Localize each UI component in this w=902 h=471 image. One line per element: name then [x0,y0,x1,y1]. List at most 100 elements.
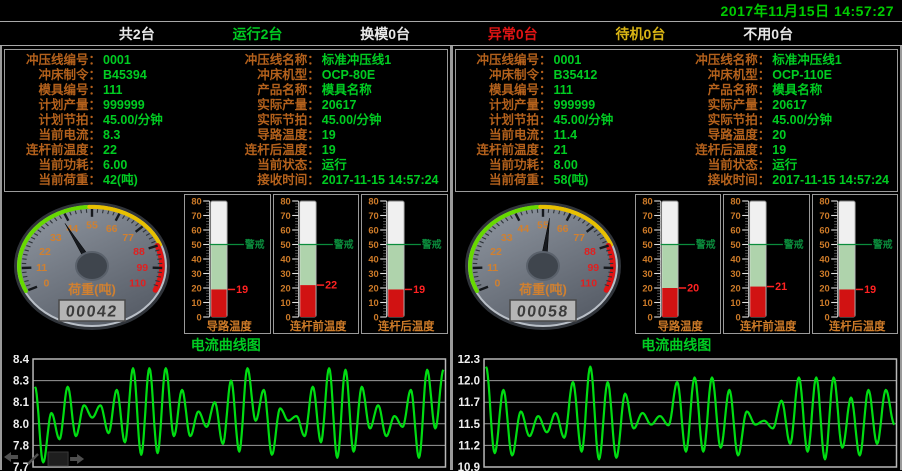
thermo-scale-label: 70 [280,210,290,221]
gauge-title: 荷重(吨) [518,282,567,297]
thermo-scale-label: 0 [647,311,652,322]
info-label: 冲床制令： [7,68,101,83]
hmi-dashboard: { "header": { "datetime": "2017年11月15日 1… [0,0,902,471]
gauge-scale-label: 22 [39,246,51,258]
thermo-scale-label: 80 [280,195,290,206]
info-label: 导路温度： [226,128,320,143]
info-row: 冲压线编号：0001 [7,53,226,68]
thermo-normal-zone [211,245,226,290]
info-row: 当前电流：11.4 [458,128,677,143]
info-value: 2017-11-15 14:57:24 [772,173,889,188]
thermo-scale-label: 10 [642,297,652,308]
gauge-scale-label: 11 [36,262,47,274]
info-value: 运行 [322,158,347,173]
info-value: 45.00/分钟 [554,113,614,128]
info-label: 计划节拍： [458,113,552,128]
scroll-right-arrow-icon[interactable] [70,454,84,464]
chart-y-label: 7.7 [13,462,29,471]
gauge-title: 荷重(吨) [67,282,116,297]
load-gauge-wrap: 0112233445566778899110荷重(吨)00058 [455,194,633,334]
thermo-scale-label: 80 [191,195,201,206]
thermometer-rod-front-temp: 01020304050607080警戒21连杆前温度 [723,194,810,334]
gauge-scale-label: 66 [556,223,568,235]
info-box: 冲压线编号：0001 冲床制令：B35412 模具编号：111 计划产量：999… [455,49,899,192]
thermo-scale-label: 10 [280,297,290,308]
gauge-tick [553,210,554,214]
thermo-warn-label: 警戒 [783,238,804,251]
thermo-scale-label: 10 [191,297,201,308]
thermometer: 01020304050607080警戒22连杆前温度 [274,195,359,333]
gauge-scale-label: 77 [122,232,134,244]
gauge-scale-label: 110 [129,278,146,290]
info-row: 实际产量：20617 [676,98,895,113]
info-label: 当前状态： [226,158,320,173]
info-label: 计划产量： [458,98,552,113]
info-value: 标准冲压线1 [322,53,391,68]
thermo-scale-label: 80 [819,195,829,206]
chart-y-label: 8.0 [13,419,29,431]
load-gauge: 0112233445566778899110荷重(吨)00042 [4,194,182,334]
thermometer-guide-temp: 01020304050607080警戒20导路温度 [635,194,722,334]
thermo-normal-zone [662,245,677,289]
current-curve-chart: 8.48.38.18.07.87.7 [2,355,450,471]
scroll-left-arrow-icon[interactable] [4,452,18,462]
info-row: 产品名称：模具名称 [226,83,445,98]
thermo-normal-zone [839,245,854,290]
gauge-tick [81,210,82,214]
press-line-panel-1: 冲压线编号：0001 冲床制令：B45394 模具编号：111 计划产量：999… [2,46,450,470]
info-value: 模具名称 [322,83,372,98]
info-label: 当前电流： [7,128,101,143]
info-row: 计划产量：999999 [458,98,677,113]
press-line-panel-2: 冲压线编号：0001 冲床制令：B35412 模具编号：111 计划产量：999… [450,46,901,470]
thermo-scale-label: 60 [280,224,290,235]
thermo-value: 22 [325,280,337,292]
thermometer-rod-rear-temp: 01020304050607080警戒19连杆后温度 [361,194,448,334]
thermo-scale-label: 0 [197,311,202,322]
info-row: 接收时间：2017-11-15 14:57:24 [676,173,895,188]
info-row: 接收时间：2017-11-15 14:57:24 [226,173,445,188]
info-row: 导路温度：19 [226,128,445,143]
thermo-title: 连杆后温度 [828,319,885,333]
thermo-fill [750,287,765,317]
info-row: 产品名称：模具名称 [676,83,895,98]
info-label: 实际产量： [226,98,320,113]
info-value: 21 [554,143,568,158]
info-row: 当前功耗：8.00 [458,158,677,173]
nav-box-icon [48,452,68,466]
info-row: 当前荷重：58(吨) [458,173,677,188]
thermo-value: 19 [236,284,248,296]
gauge-tick [474,276,478,277]
thermo-scale-label: 10 [368,297,378,308]
status-mold-change: 换模0台 [360,24,410,44]
info-label: 冲压线名称： [676,53,770,68]
thermo-scale-label: 50 [819,239,829,250]
info-row: 冲压线名称：标准冲压线1 [676,53,895,68]
gauge-tick [474,254,478,255]
info-value: 模具名称 [772,83,822,98]
info-value: 2017-11-15 14:57:24 [322,173,439,188]
info-row: 当前荷重：42(吨) [7,173,226,188]
info-value: 45.00/分钟 [322,113,382,128]
thermo-warn-label: 警戒 [332,238,353,251]
thermo-scale-label: 50 [191,239,201,250]
thermo-warn-label: 警戒 [694,238,715,251]
info-label: 冲床机型： [676,68,770,83]
thermo-normal-zone [750,245,765,287]
info-row: 导路温度：20 [676,128,895,143]
info-label: 连杆后温度： [676,143,770,158]
info-row: 计划节拍：45.00/分钟 [7,113,226,128]
gauge-tick [23,254,27,255]
info-label: 实际节拍： [676,113,770,128]
gauge-scale-label: 88 [584,246,596,258]
gauge-hub [527,252,559,280]
thermo-scale-label: 30 [730,268,740,279]
info-label: 当前功耗： [458,158,552,173]
thermo-scale-label: 30 [191,268,201,279]
info-label: 冲压线编号： [7,53,101,68]
info-value: 20617 [772,98,807,113]
thermo-warn-label: 警戒 [244,238,265,251]
chart-y-label: 8.3 [13,376,29,388]
thermo-scale-label: 40 [368,253,378,264]
thermometer: 01020304050607080警戒20导路温度 [636,195,721,333]
info-label: 冲压线名称： [226,53,320,68]
